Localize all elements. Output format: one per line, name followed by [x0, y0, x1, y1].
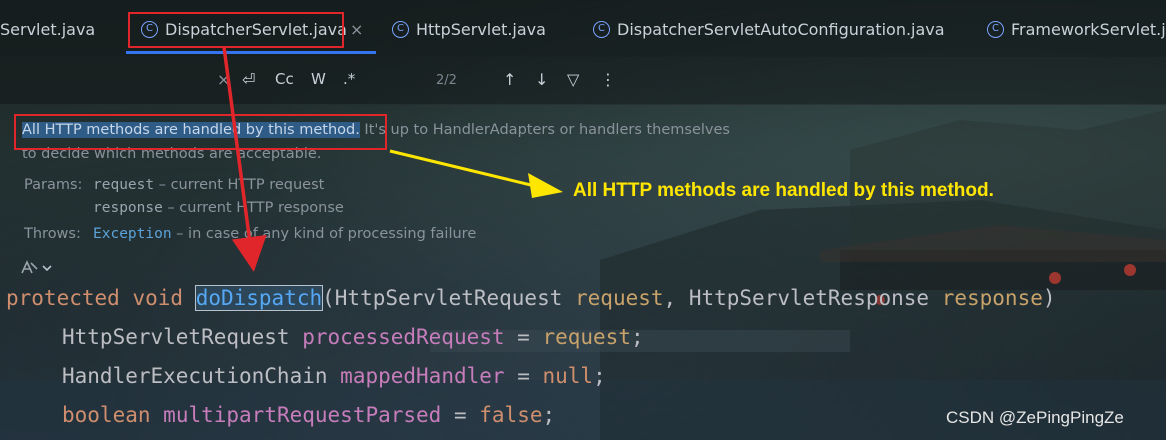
tab-label: DispatcherServletAutoConfiguration.java — [617, 19, 945, 39]
words-toggle[interactable]: W — [311, 70, 326, 88]
tab-label: Servlet.java — [0, 19, 96, 39]
keyword: protected — [6, 286, 120, 310]
keyword: boolean — [62, 403, 151, 427]
annotation-text: All HTTP methods are handled by this met… — [573, 180, 994, 201]
class-icon: C — [593, 20, 610, 38]
previous-occurrence-icon[interactable]: ↑ — [503, 70, 516, 89]
operator: = — [504, 364, 543, 388]
regex-toggle[interactable]: .* — [343, 70, 355, 88]
tab-label: HttpServlet.java — [416, 19, 546, 39]
local-variable: mappedHandler — [340, 364, 505, 388]
type-name: HttpServletResponse — [688, 286, 930, 310]
punctuation: , — [663, 286, 677, 310]
punctuation: ( — [322, 286, 335, 310]
annotation-box-summary — [14, 114, 387, 150]
filter-icon[interactable]: ▽ — [567, 70, 579, 89]
param-name: response — [93, 200, 163, 216]
reader-mode-icon[interactable] — [18, 259, 56, 277]
punctuation: ; — [630, 325, 644, 349]
tab-framework-servlet[interactable]: C FrameworkServlet.java — [987, 14, 1166, 44]
local-variable: processedRequest — [302, 325, 505, 349]
class-icon: C — [392, 20, 409, 38]
param-desc: – current HTTP request — [154, 177, 325, 193]
type-name: HandlerExecutionChain — [62, 364, 328, 388]
tab-http-servlet[interactable]: C HttpServlet.java — [392, 14, 546, 44]
type-name: HttpServletRequest — [62, 325, 290, 349]
param-desc: – current HTTP response — [162, 200, 344, 216]
class-icon: C — [987, 20, 1004, 38]
parameter: request — [575, 286, 664, 310]
doc-param-request: request – current HTTP request — [93, 177, 324, 193]
keyword: void — [132, 286, 184, 310]
doc-param-response: response – current HTTP response — [93, 200, 344, 216]
doc-throws: Exception – in case of any kind of proce… — [93, 226, 476, 242]
chevron-down-icon — [42, 265, 52, 272]
code-line-multipart-parsed: boolean multipartRequestParsed = false; — [62, 403, 555, 427]
operator: = — [504, 325, 543, 349]
method-name-do-dispatch[interactable]: doDispatch — [194, 285, 324, 311]
close-icon[interactable]: × — [350, 20, 363, 39]
punctuation: ; — [593, 364, 606, 388]
throws-desc: – in case of any kind of processing fail… — [171, 226, 477, 242]
keyword: null — [542, 364, 594, 388]
punctuation: ) — [1042, 286, 1056, 310]
match-count: 2/2 — [436, 73, 457, 88]
newline-toggle-icon[interactable]: ⏎ — [242, 70, 255, 89]
doc-summary-rest: It's up to HandlerAdapters or handlers t… — [359, 122, 730, 138]
punctuation: ; — [542, 403, 556, 427]
doc-params-label: Params: — [24, 177, 83, 193]
exception-link[interactable]: Exception — [93, 226, 172, 242]
tab-servlet[interactable]: Servlet.java — [0, 14, 95, 44]
match-case-toggle[interactable]: Cc — [275, 70, 294, 88]
operator: = — [441, 403, 480, 427]
code-line-processed-request: HttpServletRequest processedRequest = re… — [62, 325, 644, 349]
tab-dispatcher-servlet-auto-configuration[interactable]: C DispatcherServletAutoConfiguration.jav… — [593, 14, 945, 44]
watermark: CSDN @ZePingPingZe — [946, 408, 1124, 427]
code-line-method-signature: protected void doDispatch(HttpServletReq… — [6, 285, 1056, 311]
code-line-mapped-handler: HandlerExecutionChain mappedHandler = nu… — [62, 364, 606, 388]
local-variable: multipartRequestParsed — [163, 403, 442, 427]
annotation-box-tab — [128, 12, 344, 48]
parameter: response — [941, 286, 1043, 310]
more-options-icon[interactable]: ⋮ — [600, 70, 616, 89]
type-name: HttpServletRequest — [334, 286, 563, 310]
clear-search-icon[interactable]: × — [217, 70, 230, 89]
param-name: request — [93, 177, 155, 193]
next-occurrence-icon[interactable]: ↓ — [535, 70, 548, 89]
find-toolbar: × ⏎ Cc W .* 2/2 ↑ ↓ ▽ ⋮ — [0, 56, 1166, 105]
parameter: request — [542, 325, 631, 349]
tab-label: FrameworkServlet.java — [1011, 19, 1166, 39]
doc-throws-label: Throws: — [24, 226, 81, 242]
active-tab-indicator — [126, 51, 376, 54]
keyword: false — [479, 403, 543, 427]
